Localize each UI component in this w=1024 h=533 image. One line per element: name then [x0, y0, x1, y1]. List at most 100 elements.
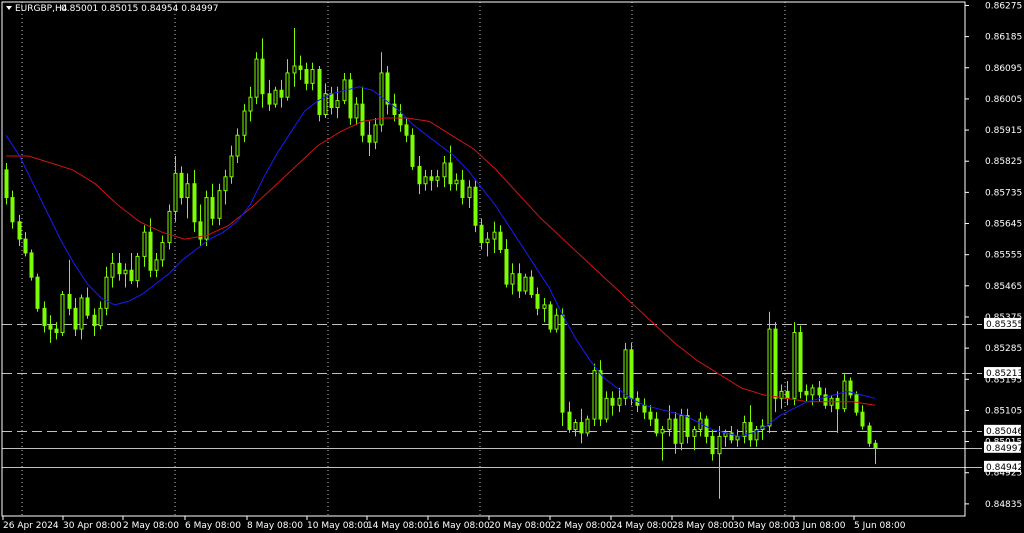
candle-body [448, 162, 453, 185]
candle-body [335, 100, 340, 109]
candle-body [492, 231, 497, 240]
candle-body [454, 179, 459, 185]
candle-body [60, 293, 65, 334]
candle-body [304, 68, 309, 84]
time-tick-label: 26 Apr 2024 [3, 521, 59, 531]
candle-body [717, 435, 722, 455]
price-marker-label: 0.84997 [986, 444, 1023, 454]
candle-body [510, 273, 515, 285]
candle-body [798, 332, 803, 392]
candle-body [542, 304, 547, 309]
candle-body [367, 134, 372, 143]
candlestick-chart[interactable]: 0.86275 0.86185 0.86095 0.86005 0.85915 0.858… [0, 0, 1024, 533]
candle-body [123, 269, 128, 275]
candle-body [673, 418, 678, 444]
candle-body [767, 328, 772, 427]
candle-body [804, 390, 809, 396]
candle-body [292, 65, 297, 74]
candle-body [229, 155, 234, 178]
candle-body [10, 197, 15, 223]
candle-body [360, 103, 365, 136]
candle-body [223, 176, 228, 192]
candle-body [648, 411, 653, 420]
candle-body [242, 110, 247, 136]
price-tick-label: 0.85465 [985, 282, 1022, 292]
candle-body [604, 397, 609, 420]
price-tick-label: 0.85645 [985, 220, 1022, 230]
candle-body [217, 190, 222, 219]
candle-body [29, 252, 34, 278]
candle-body [135, 255, 140, 282]
candle-body [810, 387, 815, 396]
candle-body [17, 221, 22, 240]
time-tick-label: 20 May 08:00 [489, 521, 551, 531]
candle-body [317, 68, 322, 115]
candle-body [479, 224, 484, 244]
candle-body [504, 248, 509, 285]
candle-body [267, 93, 272, 105]
candle-body [4, 169, 9, 199]
price-tick-label: 0.85555 [985, 251, 1022, 261]
candle-body [748, 422, 753, 441]
candle-body [235, 134, 240, 157]
candle-body [685, 415, 690, 437]
price-tick-label: 0.85105 [985, 406, 1022, 416]
candle-body [98, 307, 103, 327]
candle-body [792, 332, 797, 399]
candle-body [354, 103, 359, 119]
candle-body [279, 89, 284, 98]
candle-body [460, 179, 465, 199]
candle-body [535, 293, 540, 309]
candle-body [54, 328, 59, 334]
candle-body [429, 176, 434, 181]
candle-body [592, 370, 597, 420]
candle-body [204, 197, 209, 240]
candle-body [92, 314, 97, 327]
candle-body [285, 72, 290, 98]
candle-body [679, 415, 684, 444]
candle-body [379, 72, 384, 126]
candle-body [610, 397, 615, 406]
candle-body [629, 349, 634, 399]
candle-body [167, 210, 172, 244]
time-tick-label: 10 May 08:00 [307, 521, 369, 531]
candle-body [660, 428, 665, 434]
candle-body [735, 435, 740, 441]
candle-body [129, 269, 134, 282]
time-tick-label: 3 Jun 08:00 [794, 521, 846, 531]
symbol-label: EURGBP,H4 [15, 4, 68, 14]
time-tick-label: 14 May 08:00 [367, 521, 429, 531]
candle-body [23, 238, 28, 254]
time-tick-label: 6 May 08:00 [185, 521, 241, 531]
candle-body [867, 425, 872, 444]
candle-body [254, 58, 259, 98]
candle-body [842, 380, 847, 410]
candle-body [773, 328, 778, 399]
time-tick-label: 5 Jun 08:00 [854, 521, 906, 531]
candle-body [467, 186, 472, 199]
price-marker-label: 0.84942 [986, 463, 1023, 473]
candle-body [117, 262, 122, 275]
candle-body [210, 197, 215, 219]
candle-body [585, 418, 590, 434]
candle-body [523, 276, 528, 292]
candle-body [529, 276, 534, 295]
candle-body [385, 72, 390, 105]
candle-body [667, 418, 672, 430]
candle-body [692, 428, 697, 437]
price-tick-label: 0.86185 [985, 33, 1022, 43]
candle-body [498, 231, 503, 250]
price-tick-label: 0.85915 [985, 126, 1022, 136]
candle-body [73, 307, 78, 330]
candle-body [854, 394, 859, 413]
candle-body [329, 93, 334, 109]
chart-header[interactable]: EURGBP,H4 0.85001 0.85015 0.84954 0.8499… [6, 4, 218, 14]
candle-body [710, 435, 715, 455]
time-tick-label: 2 May 08:00 [123, 521, 179, 531]
candle-body [579, 422, 584, 434]
price-marker-label: 0.85355 [986, 320, 1023, 330]
time-tick-label: 16 May 08:00 [428, 521, 490, 531]
candle-body [860, 411, 865, 427]
candle-body [704, 418, 709, 437]
price-tick-label: 0.86005 [985, 95, 1022, 105]
